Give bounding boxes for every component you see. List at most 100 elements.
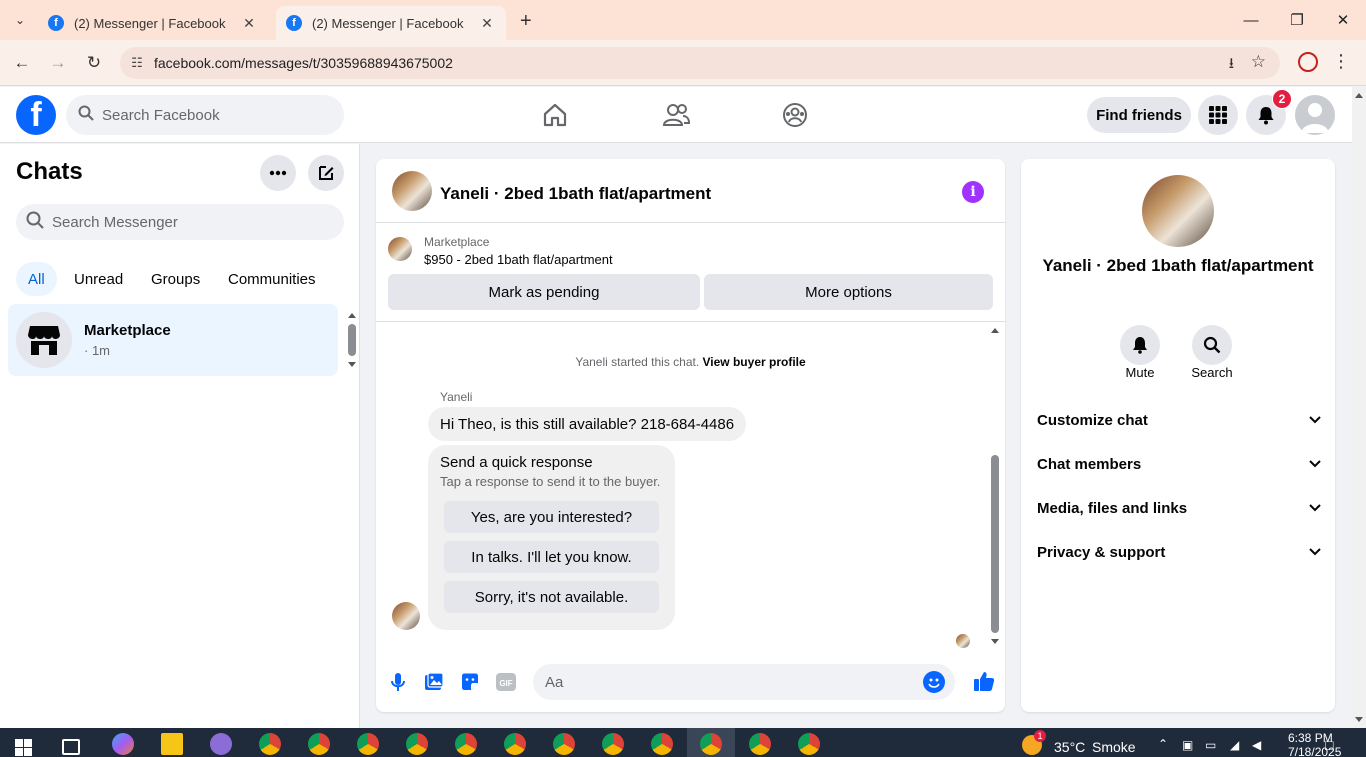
windows-taskbar: 1 35°C Smoke ⌃ ▣ ▭ ◢ ◀ 6:38 PM 7/18/2025… — [0, 728, 1366, 757]
search-conversation-button[interactable] — [1192, 325, 1232, 365]
chrome-icon[interactable] — [798, 733, 820, 755]
chat-members-section[interactable]: Chat members — [1037, 446, 1321, 482]
task-view-icon[interactable] — [62, 739, 80, 755]
close-tab-icon[interactable]: ✕ — [478, 15, 496, 32]
maximize-icon[interactable]: ❐ — [1274, 0, 1320, 40]
chats-sidebar: Chats Search Messenger All Unread Groups… — [0, 144, 360, 728]
copilot-icon[interactable] — [112, 733, 134, 755]
chrome-icon[interactable] — [259, 733, 281, 755]
more-options-button[interactable]: More options — [704, 274, 993, 310]
quick-response-subtitle: Tap a response to send it to the buyer. — [440, 474, 661, 489]
facebook-logo-icon[interactable]: f — [16, 95, 56, 135]
chrome-icon[interactable] — [602, 733, 624, 755]
weather-temperature[interactable]: 35°C — [1054, 739, 1085, 755]
tab-search-chevron-icon[interactable]: ⌄ — [8, 8, 32, 32]
chrome-icon[interactable] — [553, 733, 575, 755]
tray-chevron-icon[interactable]: ⌃ — [1158, 737, 1168, 751]
account-avatar[interactable] — [1295, 95, 1335, 135]
mute-button[interactable] — [1120, 325, 1160, 365]
groups-icon[interactable] — [781, 101, 811, 129]
sticker-icon[interactable] — [459, 671, 481, 693]
battery-icon[interactable]: ▭ — [1205, 738, 1216, 752]
browser-tab-1[interactable]: f (2) Messenger | Facebook ✕ — [38, 6, 268, 40]
section-label: Chat members — [1037, 455, 1142, 473]
filter-communities-tab[interactable]: Communities — [216, 262, 328, 296]
weather-alert-badge: 1 — [1034, 730, 1046, 742]
close-tab-icon[interactable]: ✕ — [240, 15, 258, 32]
forward-icon[interactable]: → — [45, 50, 71, 76]
chat-options-icon[interactable] — [260, 155, 296, 191]
windows-start-icon[interactable] — [15, 739, 33, 757]
emoji-icon[interactable] — [923, 671, 945, 693]
browser-menu-icon[interactable]: ⋮ — [1332, 51, 1350, 72]
file-explorer-icon[interactable] — [161, 733, 183, 755]
conversation-scrollbar[interactable] — [989, 323, 1001, 649]
browser-profile-icon[interactable] — [1298, 52, 1318, 72]
message-input-placeholder: Aa — [545, 673, 564, 691]
system-message: Yaneli started this chat. — [575, 355, 700, 369]
view-buyer-profile-link[interactable]: View buyer profile — [703, 355, 806, 369]
listing-large-thumbnail[interactable] — [1142, 175, 1214, 247]
customize-chat-section[interactable]: Customize chat — [1037, 402, 1321, 438]
chrome-icon[interactable] — [749, 733, 771, 755]
chrome-icon[interactable] — [504, 733, 526, 755]
buyer-avatar[interactable] — [392, 602, 420, 630]
paint-app-icon[interactable] — [210, 733, 232, 755]
page-scrollbar[interactable] — [1352, 87, 1366, 728]
menu-grid-icon[interactable] — [1198, 95, 1238, 135]
messenger-search-input[interactable]: Search Messenger — [16, 204, 344, 240]
filter-all-tab[interactable]: All — [16, 262, 57, 296]
back-icon[interactable]: ← — [9, 50, 35, 76]
notification-center-icon[interactable]: □ — [1325, 737, 1333, 753]
message-composer: GIF Aa — [376, 659, 1005, 709]
chrome-icon[interactable] — [308, 733, 330, 755]
filter-groups-tab[interactable]: Groups — [139, 262, 212, 296]
filter-unread-tab[interactable]: Unread — [62, 262, 135, 296]
listing-title-price[interactable]: $950 - 2bed 1bath flat/apartment — [424, 252, 613, 267]
chevron-down-icon — [1309, 545, 1321, 559]
window-close-icon[interactable]: ✕ — [1320, 0, 1366, 40]
message-bubble[interactable]: Hi Theo, is this still available? 218-68… — [428, 407, 747, 441]
microphone-icon[interactable] — [387, 671, 409, 693]
facebook-search-input[interactable]: Search Facebook — [66, 95, 344, 135]
browser-tab-2[interactable]: f (2) Messenger | Facebook ✕ — [276, 6, 506, 40]
network-display-icon[interactable]: ▣ — [1182, 738, 1193, 752]
scrollbar-thumb[interactable] — [991, 455, 999, 633]
wifi-icon[interactable]: ◢ — [1230, 738, 1239, 752]
privacy-support-section[interactable]: Privacy & support — [1037, 534, 1321, 570]
site-settings-icon[interactable]: ☷ — [120, 55, 154, 71]
mark-as-pending-button[interactable]: Mark as pending — [388, 274, 700, 310]
conversation-title[interactable]: Yaneli · 2bed 1bath flat/apartment — [440, 184, 711, 204]
chat-list-item[interactable]: Marketplace · 1m — [8, 304, 338, 376]
friends-icon[interactable] — [661, 101, 691, 129]
listing-thumbnail[interactable] — [392, 171, 432, 211]
install-app-icon[interactable]: ⭳ — [1229, 53, 1234, 78]
gif-icon[interactable]: GIF — [495, 671, 517, 693]
message-input[interactable]: Aa — [533, 664, 955, 700]
photo-gallery-icon[interactable] — [423, 671, 445, 693]
bookmark-star-icon[interactable]: ☆ — [1251, 52, 1266, 72]
media-files-links-section[interactable]: Media, files and links — [1037, 490, 1321, 526]
quick-response-option[interactable]: Sorry, it's not available. — [444, 581, 659, 613]
quick-response-option[interactable]: In talks. I'll let you know. — [444, 541, 659, 573]
new-message-icon[interactable] — [308, 155, 344, 191]
minimize-icon[interactable]: — — [1228, 0, 1274, 40]
weather-description[interactable]: Smoke — [1092, 739, 1136, 755]
sidebar-scrollbar[interactable] — [346, 308, 358, 372]
chrome-icon[interactable] — [406, 733, 428, 755]
mute-label: Mute — [1125, 365, 1155, 380]
listing-small-thumbnail — [388, 237, 412, 261]
quick-response-option[interactable]: Yes, are you interested? — [444, 501, 659, 533]
conversation-info-icon[interactable]: i — [962, 181, 984, 203]
url-bar[interactable]: ☷ facebook.com/messages/t/30359688943675… — [120, 47, 1280, 79]
home-icon[interactable] — [541, 101, 571, 129]
chrome-icon[interactable] — [455, 733, 477, 755]
chrome-icon[interactable] — [700, 733, 722, 755]
chrome-icon[interactable] — [651, 733, 673, 755]
find-friends-button[interactable]: Find friends — [1087, 97, 1191, 133]
new-tab-icon[interactable]: + — [520, 10, 532, 33]
chrome-icon[interactable] — [357, 733, 379, 755]
thumbs-up-icon[interactable] — [972, 669, 996, 693]
volume-icon[interactable]: ◀ — [1252, 738, 1261, 752]
reload-icon[interactable]: ↻ — [81, 50, 107, 76]
